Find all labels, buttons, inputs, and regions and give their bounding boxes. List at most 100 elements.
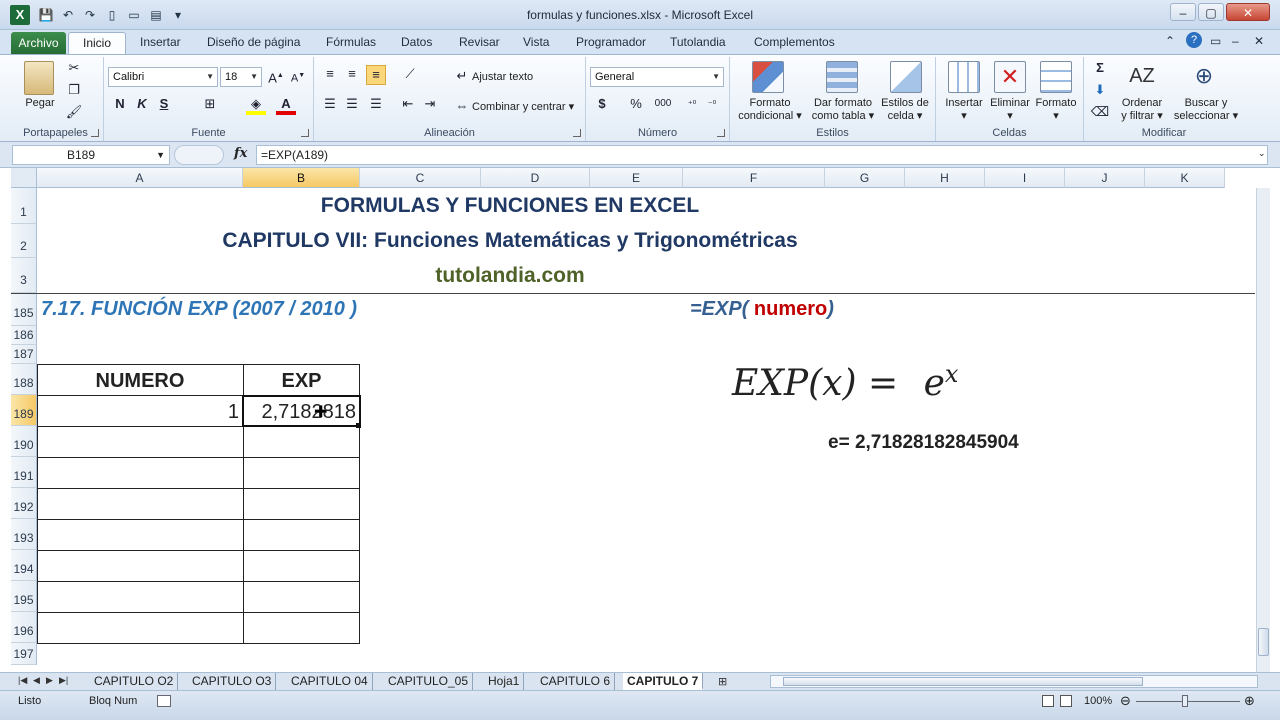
font-family-select[interactable]: Calibri ▼ — [108, 67, 218, 87]
underline-button[interactable]: S — [154, 95, 174, 115]
prev-sheet-icon[interactable]: ◀ — [33, 675, 40, 686]
vertical-scrollbar-thumb[interactable] — [1258, 628, 1269, 656]
fill-icon[interactable]: ⬇ — [1090, 81, 1110, 101]
conditional-format-button[interactable]: Formato condicional ▾ — [730, 97, 810, 123]
format-as-table-icon[interactable] — [826, 61, 858, 93]
wrap-text-button[interactable]: Ajustar texto — [472, 71, 533, 84]
format-painter-icon[interactable]: 🖌 — [64, 103, 84, 123]
minimize-button[interactable]: – — [1170, 3, 1196, 21]
column-header[interactable]: A — [37, 168, 243, 188]
row-header[interactable]: 192 — [11, 488, 37, 519]
borders-icon[interactable]: ⊞ — [200, 95, 220, 115]
format-cells-button[interactable]: Formato ▾ — [1030, 97, 1082, 123]
row-header[interactable]: 186 — [11, 326, 37, 345]
copy-icon[interactable]: ❐ — [64, 81, 84, 101]
tab-home[interactable]: Inicio — [68, 32, 126, 55]
zoom-in-icon[interactable]: ⊕ — [1244, 693, 1255, 709]
tab-page-layout[interactable]: Diseño de página — [207, 35, 300, 49]
row-header[interactable]: 191 — [11, 457, 37, 488]
help-icon[interactable]: ? — [1186, 32, 1202, 48]
column-header[interactable]: F — [683, 168, 825, 188]
minimize-ribbon-icon[interactable]: ⌃ — [1165, 34, 1175, 48]
merge-center-button[interactable]: Combinar y centrar ▾ — [472, 101, 574, 114]
close-workbook-icon[interactable]: ✕ — [1254, 34, 1264, 48]
font-launcher-icon[interactable] — [301, 129, 309, 137]
exp-formula-image[interactable]: EXP(x) = ex — [732, 360, 958, 404]
sheet-title[interactable]: FORMULAS Y FUNCIONES EN EXCEL — [37, 194, 983, 218]
tab-addins[interactable]: Complementos — [754, 35, 835, 49]
row-header[interactable]: 188 — [11, 364, 37, 395]
align-left-icon[interactable]: ☰ — [320, 95, 340, 115]
find-select-button[interactable]: Buscar y seleccionar ▾ — [1170, 97, 1242, 123]
column-header[interactable]: C — [360, 168, 481, 188]
row-header[interactable]: 194 — [11, 550, 37, 581]
chapter-title[interactable]: CAPITULO VII: Funciones Matemáticas y Tr… — [37, 229, 983, 253]
decrease-decimal-icon[interactable]: ⁻⁰ — [702, 95, 722, 115]
zoom-slider[interactable] — [1136, 701, 1240, 702]
increase-decimal-icon[interactable]: ⁺⁰ — [682, 95, 702, 115]
zoom-slider-thumb[interactable] — [1182, 695, 1188, 707]
maximize-button[interactable]: ▢ — [1198, 3, 1224, 21]
cell-a189[interactable]: 1 — [37, 401, 239, 424]
merge-center-icon[interactable]: ⇔ — [452, 97, 472, 117]
row-header[interactable]: 187 — [11, 345, 37, 364]
table-header-exp[interactable]: EXP — [243, 370, 360, 393]
align-center-icon[interactable]: ☰ — [342, 95, 362, 115]
font-size-select[interactable]: 18 ▼ — [220, 67, 262, 87]
horizontal-scrollbar[interactable] — [770, 675, 1258, 688]
zoom-level[interactable]: 100% — [1084, 695, 1112, 707]
macro-record-icon[interactable] — [157, 695, 171, 707]
site-name[interactable]: tutolandia.com — [37, 264, 983, 288]
formula-input[interactable]: =EXP(A189) — [256, 145, 1268, 165]
name-box[interactable]: B189 ▼ — [12, 145, 170, 165]
close-button[interactable]: ✕ — [1226, 3, 1270, 21]
fill-handle[interactable] — [356, 423, 361, 428]
column-header[interactable]: J — [1065, 168, 1145, 188]
row-header[interactable]: 193 — [11, 519, 37, 550]
percent-button[interactable]: % — [626, 95, 646, 115]
number-format-select[interactable]: General ▼ — [590, 67, 724, 87]
clear-icon[interactable]: ⌫ — [1090, 103, 1110, 123]
tab-formulas[interactable]: Fórmulas — [326, 35, 376, 49]
font-color-icon[interactable]: A — [276, 95, 296, 115]
horizontal-scrollbar-thumb[interactable] — [783, 677, 1143, 686]
orientation-icon[interactable]: ⟋ — [400, 65, 420, 85]
restore-workbook-icon[interactable]: ▭ — [1210, 34, 1221, 48]
paste-button[interactable]: Pegar — [18, 97, 62, 110]
column-header[interactable]: D — [481, 168, 590, 188]
tab-data[interactable]: Datos — [401, 35, 432, 49]
sheet-tab[interactable]: Hoja1 — [484, 673, 525, 690]
paste-icon[interactable] — [24, 61, 54, 95]
tab-file[interactable]: Archivo — [11, 32, 66, 54]
sheet-tab[interactable]: CAPITULO 6 — [536, 673, 616, 690]
cell-styles-icon[interactable] — [890, 61, 922, 93]
sheet-tab[interactable]: CAPITULO_05 — [384, 673, 474, 690]
italic-button[interactable]: K — [132, 95, 152, 115]
column-header[interactable]: I — [985, 168, 1065, 188]
row-header[interactable]: 197 — [11, 643, 37, 665]
select-all-corner[interactable] — [11, 168, 37, 188]
row-header[interactable]: 2 — [11, 224, 37, 258]
alignment-launcher-icon[interactable] — [573, 129, 581, 137]
sheet-tab-active[interactable]: CAPITULO 7 — [623, 673, 704, 690]
tab-insert[interactable]: Insertar — [140, 35, 181, 49]
column-header[interactable]: K — [1145, 168, 1225, 188]
tab-view[interactable]: Vista — [523, 35, 549, 49]
column-header[interactable]: H — [905, 168, 985, 188]
first-sheet-icon[interactable]: |◀ — [18, 675, 27, 686]
align-right-icon[interactable]: ☰ — [366, 95, 386, 115]
decrease-indent-icon[interactable]: ⇤ — [398, 95, 418, 115]
currency-button[interactable]: $ — [592, 95, 612, 115]
insert-cells-icon[interactable] — [948, 61, 980, 93]
shrink-font-icon[interactable]: A▼ — [288, 67, 308, 87]
autosum-icon[interactable]: Σ — [1090, 59, 1110, 79]
tab-review[interactable]: Revisar — [459, 35, 500, 49]
column-header[interactable]: G — [825, 168, 905, 188]
insert-cells-button[interactable]: Insertar ▾ — [938, 97, 990, 123]
worksheet-grid[interactable]: A B C D E F G H I J K 1 2 3 185 186 187 … — [0, 168, 1280, 672]
sheet-tab[interactable]: CAPITULO O2 — [90, 673, 179, 690]
row-header[interactable]: 189 — [11, 395, 37, 426]
insert-function-button[interactable]: fx — [234, 146, 247, 161]
zoom-out-icon[interactable]: ⊖ — [1120, 693, 1131, 709]
table-header-numero[interactable]: NUMERO — [37, 370, 243, 393]
